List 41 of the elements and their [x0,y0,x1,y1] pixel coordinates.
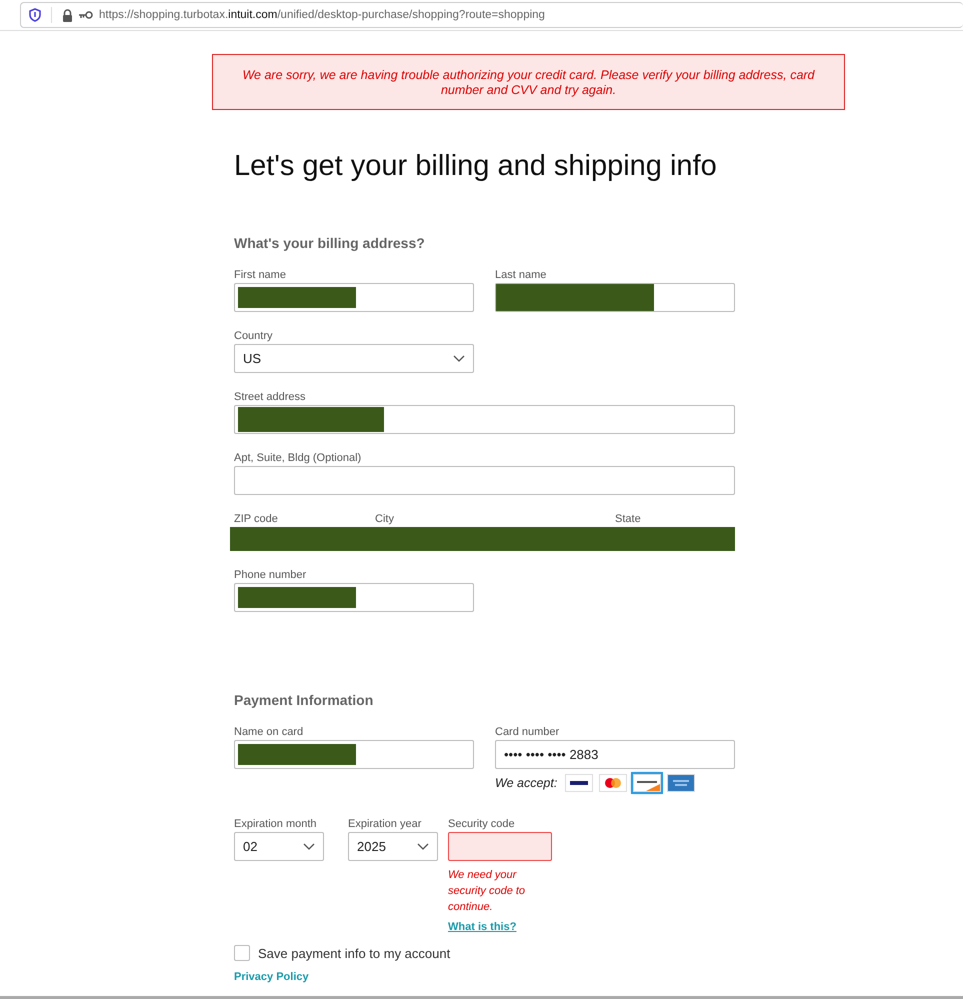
address-bar[interactable]: https://shopping.turbotax.intuit.com/unified/desktop-purchase/shopping?route=shopping [20,2,963,28]
input-field[interactable] [448,832,552,861]
field-label: Expiration month [234,818,318,832]
field-label: Street address [234,391,307,405]
field-label: Phone number [234,569,308,583]
error-banner: We are sorry, we are having trouble authorizing your credit card. Please verify your billing address, card number and CVV and try again. [212,54,845,110]
input-field[interactable]: •••• •••• •••• 2883 [495,740,735,769]
select-field[interactable]: US [234,344,474,373]
input-field[interactable] [234,583,474,612]
lock-icon [62,8,73,22]
section-heading: Payment Information [234,692,374,708]
checkbox-label: Save payment info to my account [258,946,450,960]
accepted-cards-label: We accept: [495,776,558,790]
section-heading: What's your billing address? [234,235,426,251]
input-field[interactable] [234,405,735,434]
select-field[interactable]: 2025 [348,832,438,861]
input-field[interactable] [495,283,735,312]
field-label: Apt, Suite, Bldg (Optional) [234,452,362,466]
field-label: Security code [448,818,516,832]
input-field[interactable] [234,466,735,495]
field-label: First name [234,269,287,283]
url-text: https://shopping.turbotax.intuit.com/unified/desktop-purchase/shopping?route=shopping [99,9,545,21]
page-title: Let's get your billing and shipping info [234,150,718,183]
field-label: Card number [495,726,560,740]
input-field[interactable] [234,283,474,312]
error-message: We need your security code to continue. [448,868,526,915]
key-icon [79,11,93,19]
shield-icon [29,8,41,22]
field-label: Country [234,330,274,344]
field-label: ZIP code [234,513,278,527]
field-label: Name on card [234,726,304,740]
checkbox[interactable] [234,945,250,961]
field-label: Last name [495,269,548,283]
chevron-down-icon [453,355,465,362]
chevron-down-icon [303,843,315,850]
select-field[interactable]: 02 [234,832,324,861]
field-label: Expiration year [348,818,422,832]
field-label: City [375,513,394,527]
chevron-down-icon [417,843,429,850]
field-label: State [615,513,641,527]
input-field[interactable] [234,740,474,769]
